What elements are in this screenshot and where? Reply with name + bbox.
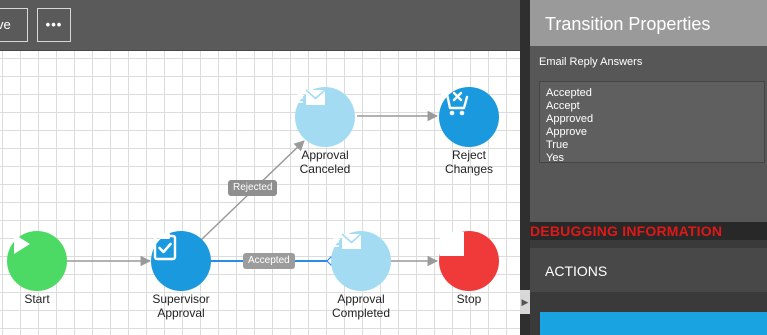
node-approval-completed[interactable] <box>331 231 391 291</box>
node-completed-label-line1: Approval <box>337 292 385 306</box>
chevron-right-icon: ▶ <box>521 296 529 307</box>
node-approval-canceled[interactable] <box>295 87 355 147</box>
answer-line: Approved <box>546 113 594 125</box>
panel-title: Transition Properties <box>545 14 711 34</box>
node-supervisor-label-line1: Supervisor <box>152 292 210 306</box>
answer-line: Yes <box>546 152 564 163</box>
email-reply-answers-field[interactable]: Accepted Accept Approved Approve True Ye… <box>539 81 765 163</box>
save-button[interactable]: ve <box>0 8 28 42</box>
properties-panel: Transition Properties Email Reply Answer… <box>530 0 767 335</box>
more-options-button[interactable]: ••• <box>37 8 71 42</box>
panel-header: Transition Properties <box>530 0 767 46</box>
node-approval-completed-label: Approval Completed <box>306 292 416 320</box>
actions-title: ACTIONS <box>545 263 608 279</box>
email-reply-answers-label: Email Reply Answers <box>539 56 643 68</box>
node-completed-label-line2: Completed <box>331 306 391 320</box>
node-approval-canceled-label: Approval Canceled <box>270 148 380 176</box>
edge-label-accepted[interactable]: Accepted <box>243 253 295 269</box>
node-reject-changes[interactable] <box>439 87 499 147</box>
node-stop-label: Stop <box>456 292 482 306</box>
workflow-canvas[interactable]: Start Supervisor Approval Approval Cance… <box>0 51 520 335</box>
actions-section-header[interactable]: ACTIONS <box>530 248 767 292</box>
node-start-label: Start <box>24 292 50 306</box>
panel-splitter[interactable] <box>520 0 530 335</box>
answer-line: True <box>546 139 569 151</box>
debugging-information-bar: DEBUGGING INFORMATION <box>530 222 767 240</box>
node-reject-label-line1: Reject <box>451 148 486 162</box>
node-canceled-label-line1: Approval <box>301 148 349 162</box>
node-stop[interactable] <box>439 231 499 291</box>
node-reject-label-line2: Changes <box>444 162 494 176</box>
node-supervisor-label-line2: Approval <box>157 306 205 320</box>
designer-toolbar: ve ••• <box>0 0 520 51</box>
transition-properties-form: Email Reply Answers Accepted Accept Appr… <box>530 46 767 222</box>
answer-line: Accepted <box>546 87 592 99</box>
answer-line: Approve <box>546 126 587 138</box>
collapse-panel-button[interactable]: ▶ <box>520 290 530 314</box>
node-start[interactable] <box>7 231 67 291</box>
node-supervisor-approval-label: Supervisor Approval <box>126 292 236 320</box>
answer-line: Accept <box>546 100 580 112</box>
edge-label-rejected[interactable]: Rejected <box>228 180 278 196</box>
node-reject-changes-label: Reject Changes <box>414 148 524 176</box>
debugging-information-label: DEBUGGING INFORMATION <box>530 223 723 239</box>
node-supervisor-approval[interactable] <box>151 231 211 291</box>
action-button[interactable] <box>540 312 767 335</box>
node-canceled-label-line2: Canceled <box>299 162 351 176</box>
